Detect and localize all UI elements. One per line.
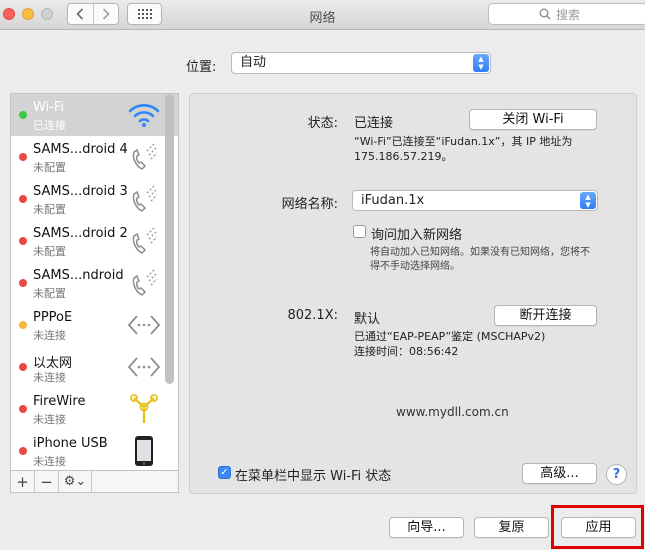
select-stepper-icon: ▲ ▼: [580, 192, 596, 209]
network-name-value: iFudan.1x: [361, 193, 425, 208]
remove-service-button[interactable]: −: [35, 471, 59, 492]
service-list-scrollbar[interactable]: [165, 94, 174, 384]
service-name: SAMS...droid 2: [33, 226, 128, 241]
service-name: SAMS...ndroid: [33, 268, 124, 283]
phone-icon: [126, 225, 162, 257]
status-label: 状态:: [307, 116, 338, 131]
show-menubar-label: 在菜单栏中显示 Wi-Fi 状态: [235, 469, 392, 484]
status-dot-red: [19, 447, 27, 455]
turn-off-wifi-button[interactable]: 关闭 Wi-Fi: [469, 109, 597, 130]
service-status: 未连接: [33, 371, 66, 384]
phone-icon: [126, 267, 162, 299]
status-description-line1: “Wi-Fi”已连接至“iFudan.1x”，其 IP 地址为: [354, 135, 573, 148]
watermark-text: www.mydll.com.cn: [396, 405, 509, 419]
service-name: PPPoE: [33, 310, 73, 325]
network-name-select[interactable]: iFudan.1x ▲ ▼: [352, 190, 598, 211]
service-item-samsung-3[interactable]: SAMS...droid 3 未配置: [11, 178, 178, 220]
ethernet-arrows-icon: [126, 309, 162, 341]
service-status: 未配置: [33, 245, 66, 258]
service-item-ethernet[interactable]: 以太网 未连接: [11, 346, 178, 388]
firewire-icon: [126, 393, 162, 425]
service-item-wifi[interactable]: Wi-Fi 已连接: [11, 94, 178, 136]
add-service-button[interactable]: +: [11, 471, 35, 492]
status-value: 已连接: [354, 116, 394, 131]
service-status: 未连接: [33, 455, 66, 468]
location-value: 自动: [240, 55, 267, 70]
search-icon: [539, 8, 551, 20]
status-description-line2: 175.186.57.219。: [354, 150, 453, 163]
service-status: 未配置: [33, 287, 66, 300]
assist-me-button[interactable]: 向导...: [389, 517, 464, 538]
service-status: 未连接: [33, 413, 66, 426]
service-list-toolbar: + − ⚙︎⌄: [10, 471, 179, 493]
status-dot-green: [19, 111, 27, 119]
service-item-iphone-usb[interactable]: iPhone USB 未连接: [11, 430, 178, 470]
location-select[interactable]: 自动 ▲ ▼: [231, 52, 491, 74]
service-item-samsung-4[interactable]: SAMS...droid 4 未配置: [11, 136, 178, 178]
dot1x-label: 802.1X:: [287, 308, 338, 323]
service-name: iPhone USB: [33, 436, 108, 451]
service-status: 未配置: [33, 161, 66, 174]
advanced-button[interactable]: 高级...: [522, 463, 597, 484]
title-bar: 网络 搜索: [0, 0, 645, 30]
phone-icon: [126, 141, 162, 173]
status-dot-yellow: [19, 321, 27, 329]
status-dot-red: [19, 153, 27, 161]
help-button[interactable]: ?: [606, 464, 627, 485]
ask-join-label: 询问加入新网络: [371, 228, 463, 243]
status-dot-red: [19, 195, 27, 203]
service-status: 已连接: [33, 119, 66, 132]
show-menubar-checkbox[interactable]: ✓: [218, 466, 231, 479]
status-dot-red: [19, 363, 27, 371]
service-name: SAMS...droid 4: [33, 142, 128, 157]
service-item-samsung-2[interactable]: SAMS...droid 2 未配置: [11, 220, 178, 262]
dot1x-value: 默认: [354, 312, 381, 327]
disconnect-button[interactable]: 断开连接: [494, 305, 597, 326]
status-dot-red: [19, 405, 27, 413]
network-name-label: 网络名称:: [281, 197, 338, 212]
search-input[interactable]: 搜索: [488, 3, 645, 25]
service-name: SAMS...droid 3: [33, 184, 128, 199]
gear-menu-button[interactable]: ⚙︎⌄: [59, 471, 92, 492]
status-dot-red: [19, 279, 27, 287]
dot1x-description-line2: 连接时间：08:56:42: [354, 345, 459, 358]
service-name: Wi-Fi: [33, 100, 65, 115]
dot1x-description-line1: 已通过“EAP-PEAP”鉴定 (MSCHAPv2): [354, 330, 546, 343]
ask-join-description-line2: 得不手动选择网络。: [370, 261, 460, 272]
iphone-icon: [126, 435, 162, 467]
service-status: 未配置: [33, 203, 66, 216]
ask-join-checkbox[interactable]: [353, 225, 366, 238]
select-stepper-icon: ▲ ▼: [473, 54, 489, 72]
revert-button[interactable]: 复原: [474, 517, 549, 538]
service-name: FireWire: [33, 394, 86, 409]
service-item-pppoe[interactable]: PPPoE 未连接: [11, 304, 178, 346]
location-label: 位置:: [186, 60, 217, 75]
phone-icon: [126, 183, 162, 215]
ask-join-description-line1: 将自动加入已知网络。如果没有已知网络，您将不: [370, 247, 590, 258]
service-list[interactable]: Wi-Fi 已连接 SAMS...droid 4 未配置 SAMS...droi…: [10, 93, 179, 471]
highlight-box: [551, 505, 644, 549]
service-status: 未连接: [33, 329, 66, 342]
status-dot-red: [19, 237, 27, 245]
service-item-samsung[interactable]: SAMS...ndroid 未配置: [11, 262, 178, 304]
wifi-icon: [126, 99, 162, 131]
ethernet-arrows-icon: [126, 351, 162, 383]
search-placeholder: 搜索: [556, 7, 581, 22]
service-item-firewire[interactable]: FireWire 未连接: [11, 388, 178, 430]
